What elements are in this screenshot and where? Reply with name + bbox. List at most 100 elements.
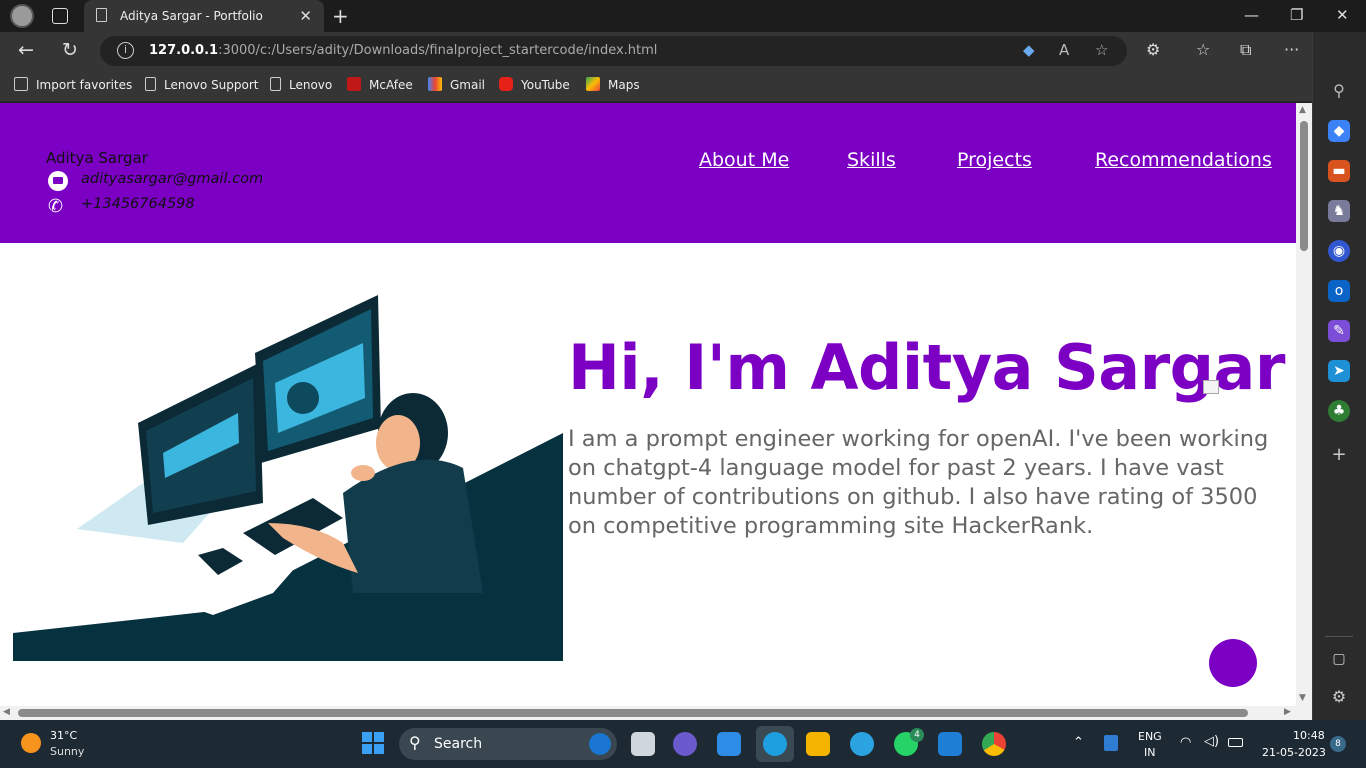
page-icon [96, 8, 107, 22]
battery-icon[interactable] [1228, 738, 1243, 747]
chevron-up-icon[interactable]: ⌃ [1073, 735, 1084, 750]
store-icon[interactable] [717, 732, 741, 756]
address-bar[interactable]: i 127.0.0.1:3000/c:/Users/adity/Download… [100, 36, 1127, 66]
file-explorer-icon[interactable] [806, 732, 830, 756]
scroll-down-icon[interactable]: ▼ [1299, 693, 1306, 703]
vertical-scroll-thumb[interactable] [1300, 121, 1308, 251]
search-label: Search [434, 736, 483, 752]
favorites-icon[interactable]: ☆ [1196, 40, 1210, 59]
fav-label: Lenovo Support [164, 78, 259, 92]
floating-action-button[interactable] [1209, 639, 1257, 687]
scroll-right-icon[interactable]: ▶ [1284, 707, 1291, 717]
fav-youtube[interactable]: YouTube [499, 77, 570, 92]
coupon-icon[interactable]: ◆ [1023, 41, 1035, 59]
vscode-icon[interactable] [938, 732, 962, 756]
volume-icon[interactable]: ◁) [1204, 734, 1219, 749]
close-tab-icon[interactable]: ✕ [299, 7, 312, 25]
tools-icon[interactable]: ▬ [1328, 160, 1350, 182]
search-icon: ⚲ [409, 733, 421, 752]
windows-start-icon[interactable] [362, 732, 384, 754]
fav-label: Gmail [450, 78, 486, 92]
gmail-icon [428, 77, 442, 91]
url-text[interactable]: 127.0.0.1:3000/c:/Users/adity/Downloads/… [149, 43, 657, 58]
taskbar-search[interactable]: ⚲ Search [399, 728, 617, 760]
nav-recommendations[interactable]: Recommendations [1095, 149, 1272, 171]
send-icon[interactable]: ➤ [1328, 360, 1350, 382]
fav-lenovo[interactable]: Lenovo [270, 77, 332, 92]
shopping-icon[interactable]: ◆ [1328, 120, 1350, 142]
nav-projects[interactable]: Projects [957, 149, 1032, 171]
hero-description: I am a prompt engineer working for openA… [568, 426, 1269, 539]
tree-icon[interactable]: ♣ [1328, 400, 1350, 422]
games-icon[interactable]: ♞ [1328, 200, 1350, 222]
new-tab-icon[interactable]: + [332, 4, 349, 28]
info-icon[interactable]: i [117, 42, 134, 59]
import-icon [14, 77, 28, 91]
refresh-icon[interactable]: ↻ [62, 39, 78, 61]
profile-avatar[interactable] [10, 4, 34, 28]
phone-icon: ✆ [48, 196, 64, 217]
nav-about-me[interactable]: About Me [699, 149, 789, 171]
edge-sidebar: ⚲ ◆ ▬ ♞ ◉ o ✎ ➤ ♣ + ▢ ⚙ [1312, 32, 1366, 720]
bing-icon[interactable] [589, 733, 611, 755]
weather-desc[interactable]: Sunny [50, 745, 84, 758]
scroll-up-icon[interactable]: ▲ [1299, 105, 1306, 115]
fav-mcafee[interactable]: McAfee [347, 77, 413, 92]
fav-label: McAfee [369, 78, 413, 92]
header-phone: +13456764598 [81, 196, 195, 212]
wifi-icon[interactable]: ◠ [1180, 735, 1191, 750]
lang-label[interactable]: ENG [1138, 730, 1162, 743]
fav-import[interactable]: Import favorites [14, 77, 132, 92]
windows-taskbar: 31°C Sunny ⚲ Search 4 ⌃ ENG IN ◠ ◁) 10:4… [0, 720, 1366, 768]
add-icon[interactable]: + [1328, 444, 1350, 466]
outlook-icon[interactable]: o [1328, 280, 1350, 302]
edge-icon[interactable] [763, 732, 787, 756]
maps-icon [586, 77, 600, 91]
search-icon[interactable]: ⚲ [1328, 80, 1350, 102]
fav-lenovo-support[interactable]: Lenovo Support [145, 77, 259, 92]
fav-maps[interactable]: Maps [586, 77, 640, 92]
mcafee-icon [347, 77, 361, 91]
page-icon [145, 77, 156, 91]
designer-icon[interactable]: ✎ [1328, 320, 1350, 342]
fav-label: Maps [608, 78, 640, 92]
chrome-icon[interactable] [982, 732, 1006, 756]
weather-temp[interactable]: 31°C [50, 729, 77, 742]
tab-actions-icon[interactable] [52, 8, 68, 24]
settings-icon[interactable]: ⚙ [1328, 686, 1350, 708]
minimize-icon[interactable]: — [1244, 6, 1259, 24]
task-view-icon[interactable] [631, 732, 655, 756]
scroll-left-icon[interactable]: ◀ [3, 707, 10, 717]
browser-tab[interactable]: Aditya Sargar - Portfolio ✕ [84, 0, 324, 32]
telegram-icon[interactable] [850, 732, 874, 756]
horizontal-scrollbar[interactable]: ◀ ▶ [0, 706, 1312, 720]
back-icon[interactable]: ← [18, 39, 34, 61]
youtube-icon [499, 77, 513, 91]
close-window-icon[interactable]: ✕ [1336, 6, 1349, 24]
horizontal-scroll-thumb[interactable] [18, 709, 1248, 717]
clock-date[interactable]: 21-05-2023 [1262, 746, 1326, 759]
more-icon[interactable]: ··· [1284, 40, 1299, 59]
read-aloud-icon[interactable]: A [1059, 41, 1069, 59]
region-label[interactable]: IN [1144, 746, 1155, 759]
header-email: adityasargar@gmail.com [81, 171, 264, 187]
clock-time[interactable]: 10:48 [1293, 729, 1325, 742]
security-icon[interactable] [1104, 735, 1118, 751]
email-icon [48, 171, 68, 191]
notification-badge[interactable]: 8 [1330, 736, 1346, 752]
extensions-icon[interactable]: ⚙ [1146, 40, 1160, 59]
broken-image-icon [1203, 380, 1219, 394]
header-name: Aditya Sargar [46, 149, 148, 167]
sun-icon[interactable] [21, 733, 41, 753]
fav-gmail[interactable]: Gmail [428, 77, 485, 92]
restore-icon[interactable]: ❐ [1290, 6, 1303, 24]
microsoft-365-icon[interactable]: ◉ [1328, 240, 1350, 262]
favorite-star-icon[interactable]: ☆ [1095, 41, 1108, 59]
title-bar: Aditya Sargar - Portfolio ✕ + — ❐ ✕ [0, 0, 1366, 32]
sidebar-toggle-icon[interactable]: ▢ [1328, 648, 1350, 670]
fav-label: YouTube [521, 78, 570, 92]
nav-skills[interactable]: Skills [847, 149, 896, 171]
collections-icon[interactable]: ⧉ [1240, 40, 1251, 60]
teams-icon[interactable] [673, 732, 697, 756]
vertical-scrollbar[interactable]: ▲ ▼ [1296, 103, 1312, 706]
